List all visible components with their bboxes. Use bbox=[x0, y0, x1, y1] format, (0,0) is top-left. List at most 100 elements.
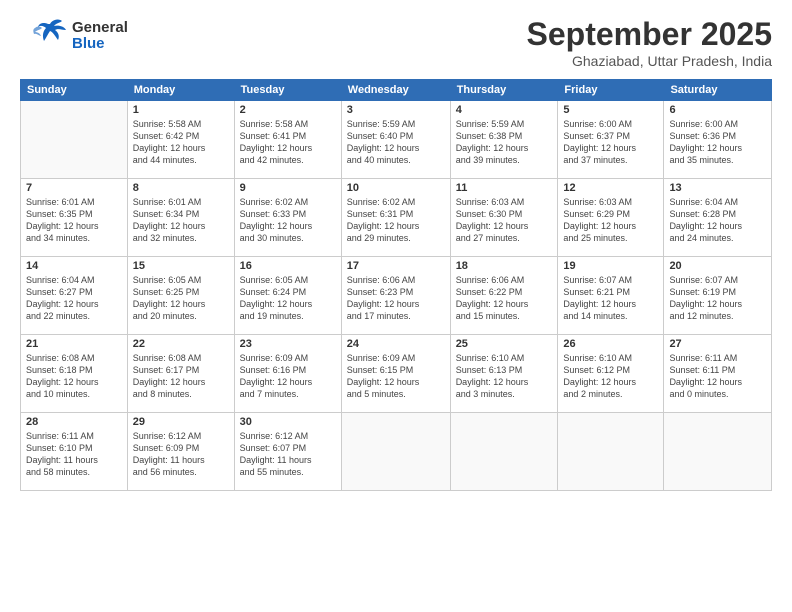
daylight-minutes-text: and 15 minutes. bbox=[456, 310, 553, 322]
day-detail: Sunrise: 6:11 AMSunset: 6:11 PMDaylight:… bbox=[669, 352, 766, 401]
col-friday: Friday bbox=[558, 80, 664, 101]
daylight-minutes-text: and 2 minutes. bbox=[563, 388, 658, 400]
sunrise-text: Sunrise: 6:01 AM bbox=[26, 196, 122, 208]
calendar-day-cell bbox=[341, 413, 450, 491]
logo-blue-text: Blue bbox=[72, 36, 128, 53]
daylight-minutes-text: and 5 minutes. bbox=[347, 388, 445, 400]
day-detail: Sunrise: 6:04 AMSunset: 6:27 PMDaylight:… bbox=[26, 274, 122, 323]
day-detail: Sunrise: 6:00 AMSunset: 6:37 PMDaylight:… bbox=[563, 118, 658, 167]
daylight-minutes-text: and 55 minutes. bbox=[240, 466, 336, 478]
daylight-text: Daylight: 12 hours bbox=[240, 298, 336, 310]
sunrise-text: Sunrise: 5:58 AM bbox=[240, 118, 336, 130]
daylight-text: Daylight: 12 hours bbox=[26, 220, 122, 232]
daylight-text: Daylight: 12 hours bbox=[347, 220, 445, 232]
day-number: 11 bbox=[456, 182, 553, 194]
sunrise-text: Sunrise: 6:00 AM bbox=[669, 118, 766, 130]
daylight-text: Daylight: 11 hours bbox=[240, 454, 336, 466]
day-detail: Sunrise: 6:07 AMSunset: 6:21 PMDaylight:… bbox=[563, 274, 658, 323]
day-number: 1 bbox=[133, 104, 229, 116]
sunset-text: Sunset: 6:34 PM bbox=[133, 208, 229, 220]
day-number: 15 bbox=[133, 260, 229, 272]
day-detail: Sunrise: 5:58 AMSunset: 6:42 PMDaylight:… bbox=[133, 118, 229, 167]
day-detail: Sunrise: 6:02 AMSunset: 6:33 PMDaylight:… bbox=[240, 196, 336, 245]
daylight-minutes-text: and 8 minutes. bbox=[133, 388, 229, 400]
day-detail: Sunrise: 6:11 AMSunset: 6:10 PMDaylight:… bbox=[26, 430, 122, 479]
sunset-text: Sunset: 6:31 PM bbox=[347, 208, 445, 220]
daylight-text: Daylight: 11 hours bbox=[133, 454, 229, 466]
sunset-text: Sunset: 6:11 PM bbox=[669, 364, 766, 376]
sunset-text: Sunset: 6:19 PM bbox=[669, 286, 766, 298]
calendar-day-cell: 30Sunrise: 6:12 AMSunset: 6:07 PMDayligh… bbox=[234, 413, 341, 491]
calendar-week-row: 28 Sunrise: 6:11 AMSunset: 6:10 PMDayligh… bbox=[21, 413, 772, 491]
day-detail: Sunrise: 6:03 AMSunset: 6:30 PMDaylight:… bbox=[456, 196, 553, 245]
calendar-day-cell: 14Sunrise: 6:04 AMSunset: 6:27 PMDayligh… bbox=[21, 257, 128, 335]
day-detail: Sunrise: 6:08 AMSunset: 6:17 PMDaylight:… bbox=[133, 352, 229, 401]
calendar-week-row: 21Sunrise: 6:08 AMSunset: 6:18 PMDayligh… bbox=[21, 335, 772, 413]
calendar-day-cell: 1 Sunrise: 5:58 AMSunset: 6:42 PMDaylight… bbox=[127, 101, 234, 179]
sunrise-text: Sunrise: 5:58 AM bbox=[133, 118, 229, 130]
day-number: 28 bbox=[26, 416, 122, 428]
sunrise-text: Sunrise: 6:08 AM bbox=[26, 352, 122, 364]
daylight-text: Daylight: 12 hours bbox=[563, 142, 658, 154]
sunset-text: Sunset: 6:16 PM bbox=[240, 364, 336, 376]
logo: General Blue bbox=[20, 16, 128, 56]
day-number: 13 bbox=[669, 182, 766, 194]
calendar-week-row: 14Sunrise: 6:04 AMSunset: 6:27 PMDayligh… bbox=[21, 257, 772, 335]
sunrise-text: Sunrise: 6:10 AM bbox=[563, 352, 658, 364]
day-number: 6 bbox=[669, 104, 766, 116]
calendar-day-cell bbox=[21, 101, 128, 179]
daylight-text: Daylight: 12 hours bbox=[133, 298, 229, 310]
daylight-minutes-text: and 25 minutes. bbox=[563, 232, 658, 244]
sunrise-text: Sunrise: 6:12 AM bbox=[240, 430, 336, 442]
calendar-day-cell: 23Sunrise: 6:09 AMSunset: 6:16 PMDayligh… bbox=[234, 335, 341, 413]
header: General Blue September 2025 Ghaziabad, U… bbox=[20, 16, 772, 69]
logo-label: General Blue bbox=[72, 20, 128, 53]
daylight-text: Daylight: 12 hours bbox=[669, 298, 766, 310]
day-number: 23 bbox=[240, 338, 336, 350]
daylight-text: Daylight: 12 hours bbox=[133, 220, 229, 232]
col-saturday: Saturday bbox=[664, 80, 772, 101]
daylight-minutes-text: and 7 minutes. bbox=[240, 388, 336, 400]
calendar-day-cell: 10 Sunrise: 6:02 AMSunset: 6:31 PMDayligh… bbox=[341, 179, 450, 257]
sunrise-text: Sunrise: 6:02 AM bbox=[347, 196, 445, 208]
daylight-minutes-text: and 39 minutes. bbox=[456, 154, 553, 166]
sunrise-text: Sunrise: 6:11 AM bbox=[26, 430, 122, 442]
day-number: 29 bbox=[133, 416, 229, 428]
daylight-text: Daylight: 12 hours bbox=[26, 298, 122, 310]
col-wednesday: Wednesday bbox=[341, 80, 450, 101]
daylight-text: Daylight: 12 hours bbox=[456, 142, 553, 154]
daylight-minutes-text: and 37 minutes. bbox=[563, 154, 658, 166]
day-number: 16 bbox=[240, 260, 336, 272]
daylight-minutes-text: and 44 minutes. bbox=[133, 154, 229, 166]
day-number: 10 bbox=[347, 182, 445, 194]
calendar-day-cell bbox=[664, 413, 772, 491]
calendar-day-cell: 11 Sunrise: 6:03 AMSunset: 6:30 PMDayligh… bbox=[450, 179, 558, 257]
daylight-text: Daylight: 12 hours bbox=[26, 376, 122, 388]
location: Ghaziabad, Uttar Pradesh, India bbox=[527, 53, 772, 69]
daylight-text: Daylight: 12 hours bbox=[456, 220, 553, 232]
sunrise-text: Sunrise: 5:59 AM bbox=[456, 118, 553, 130]
daylight-text: Daylight: 12 hours bbox=[240, 376, 336, 388]
calendar-week-row: 7Sunrise: 6:01 AMSunset: 6:35 PMDaylight… bbox=[21, 179, 772, 257]
sunrise-text: Sunrise: 6:06 AM bbox=[456, 274, 553, 286]
calendar-day-cell: 15Sunrise: 6:05 AMSunset: 6:25 PMDayligh… bbox=[127, 257, 234, 335]
calendar-day-cell: 13Sunrise: 6:04 AMSunset: 6:28 PMDayligh… bbox=[664, 179, 772, 257]
sunrise-text: Sunrise: 6:03 AM bbox=[563, 196, 658, 208]
sunset-text: Sunset: 6:23 PM bbox=[347, 286, 445, 298]
sunset-text: Sunset: 6:41 PM bbox=[240, 130, 336, 142]
sunrise-text: Sunrise: 6:05 AM bbox=[240, 274, 336, 286]
day-number: 9 bbox=[240, 182, 336, 194]
sunset-text: Sunset: 6:25 PM bbox=[133, 286, 229, 298]
daylight-minutes-text: and 10 minutes. bbox=[26, 388, 122, 400]
logo-general-text: General bbox=[72, 20, 128, 37]
day-detail: Sunrise: 6:03 AMSunset: 6:29 PMDaylight:… bbox=[563, 196, 658, 245]
sunset-text: Sunset: 6:13 PM bbox=[456, 364, 553, 376]
calendar-day-cell: 17Sunrise: 6:06 AMSunset: 6:23 PMDayligh… bbox=[341, 257, 450, 335]
sunset-text: Sunset: 6:40 PM bbox=[347, 130, 445, 142]
daylight-minutes-text: and 0 minutes. bbox=[669, 388, 766, 400]
daylight-minutes-text: and 42 minutes. bbox=[240, 154, 336, 166]
calendar-day-cell: 20Sunrise: 6:07 AMSunset: 6:19 PMDayligh… bbox=[664, 257, 772, 335]
day-number: 25 bbox=[456, 338, 553, 350]
calendar-day-cell: 6Sunrise: 6:00 AMSunset: 6:36 PMDaylight… bbox=[664, 101, 772, 179]
sunset-text: Sunset: 6:15 PM bbox=[347, 364, 445, 376]
